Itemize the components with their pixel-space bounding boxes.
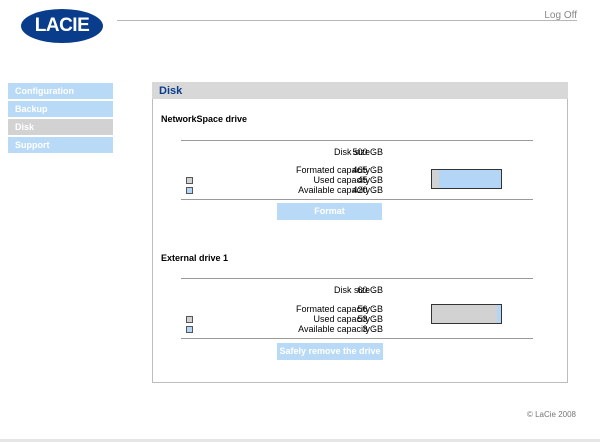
section-divider xyxy=(181,140,533,141)
sidebar-item-support[interactable]: Support xyxy=(8,137,113,153)
disk-size-value: 500 GB xyxy=(352,147,383,157)
sidebar-item-configuration[interactable]: Configuration xyxy=(8,83,113,99)
available-legend-swatch xyxy=(186,326,193,333)
section-divider xyxy=(181,338,533,339)
available-capacity-value: 3 GB xyxy=(362,324,383,334)
logo-text: LACIE xyxy=(34,15,90,36)
disk-size-value: 60 GB xyxy=(357,285,383,295)
drive-title: NetworkSpace drive xyxy=(161,114,248,124)
capacity-bar-available xyxy=(438,170,501,188)
section-divider xyxy=(181,278,533,279)
available-capacity-value: 420 GB xyxy=(352,185,383,195)
used-legend-swatch xyxy=(186,177,193,184)
panel-title: Disk xyxy=(152,82,568,99)
capacity-bar xyxy=(431,304,502,324)
sidebar-item-backup[interactable]: Backup xyxy=(8,101,113,117)
used-capacity-value: 53 GB xyxy=(357,314,383,324)
capacity-bar-available xyxy=(497,305,501,323)
formated-capacity-value: 56 GB xyxy=(357,304,383,314)
used-legend-swatch xyxy=(186,316,193,323)
drive-title: External drive 1 xyxy=(161,253,229,263)
formated-capacity-value: 465 GB xyxy=(352,165,383,175)
section-divider xyxy=(181,199,533,200)
safely-remove-drive-button[interactable]: Safely remove the drive xyxy=(277,343,383,360)
format-button[interactable]: Format xyxy=(277,203,382,220)
copyright-text: © LaCie 2008 xyxy=(526,410,576,419)
used-capacity-value: 45 GB xyxy=(357,175,383,185)
disk-panel: Disk NetworkSpace drive Disk size : 500 … xyxy=(152,82,568,383)
sidebar-nav: Configuration Backup Disk Support xyxy=(8,83,113,155)
capacity-bar-used xyxy=(432,305,498,323)
header-divider xyxy=(117,20,577,21)
available-legend-swatch xyxy=(186,187,193,194)
log-off-link[interactable]: Log Off xyxy=(544,10,577,21)
capacity-bar-used xyxy=(432,170,439,188)
lacie-logo: LACIE xyxy=(21,9,103,43)
capacity-bar xyxy=(431,169,502,189)
panel-body: NetworkSpace drive Disk size : 500 GB Fo… xyxy=(152,99,568,383)
sidebar-item-disk[interactable]: Disk xyxy=(8,119,113,135)
